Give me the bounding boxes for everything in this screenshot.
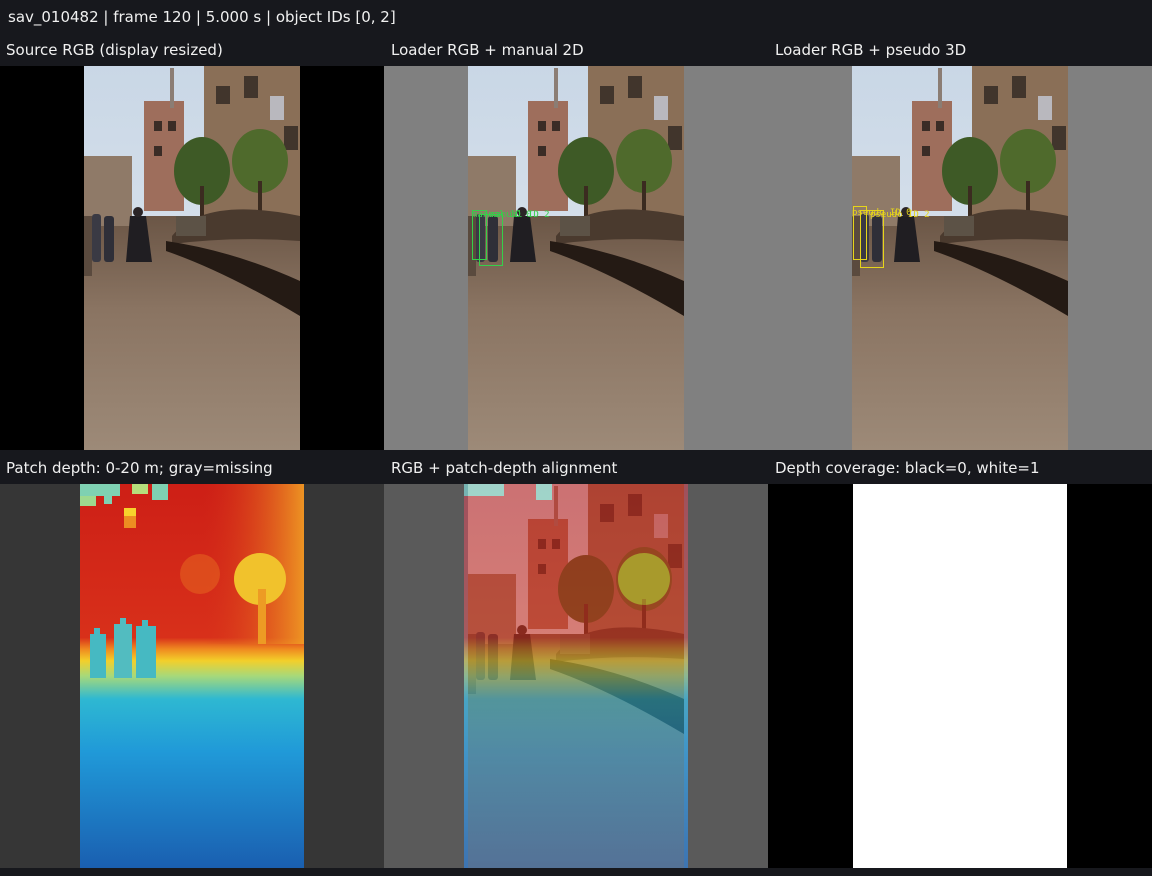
panel-title-alignment: RGB + patch-depth alignment <box>391 459 618 477</box>
alignment-overlay <box>464 484 688 868</box>
panel-title-source-rgb: Source RGB (display resized) <box>6 41 223 59</box>
panel-title-patch-depth: Patch depth: 0-20 m; gray=missing <box>6 459 273 477</box>
panel-coverage <box>768 484 1152 868</box>
manual-bbox-label-id2: manual ID 2 <box>490 210 550 220</box>
panel-manual-2d: manual ID 0 manual ID 2 <box>384 66 768 450</box>
window-title: sav_010482 | frame 120 | 5.000 s | objec… <box>8 8 396 26</box>
panel-title-manual-2d: Loader RGB + manual 2D <box>391 41 584 59</box>
panel-pseudo-3d: pseudo ID 0 pseudo ID 2 <box>768 66 1152 450</box>
pseudo-bbox-label-id2: pseudo ID 2 <box>870 210 930 220</box>
panel-source-rgb <box>0 66 384 450</box>
pseudo-3d-image: pseudo ID 0 pseudo ID 2 <box>852 66 1068 450</box>
panel-alignment <box>384 484 768 868</box>
panel-patch-depth <box>0 484 384 868</box>
source-rgb-image <box>84 66 300 450</box>
footer-bar <box>0 868 1152 876</box>
panel-title-pseudo-3d: Loader RGB + pseudo 3D <box>775 41 967 59</box>
panel-title-coverage: Depth coverage: black=0, white=1 <box>775 459 1040 477</box>
manual-bbox-id2 <box>479 214 503 266</box>
coverage-mask <box>853 484 1067 868</box>
manual-2d-image: manual ID 0 manual ID 2 <box>468 66 684 450</box>
patch-depth-map <box>80 484 304 868</box>
